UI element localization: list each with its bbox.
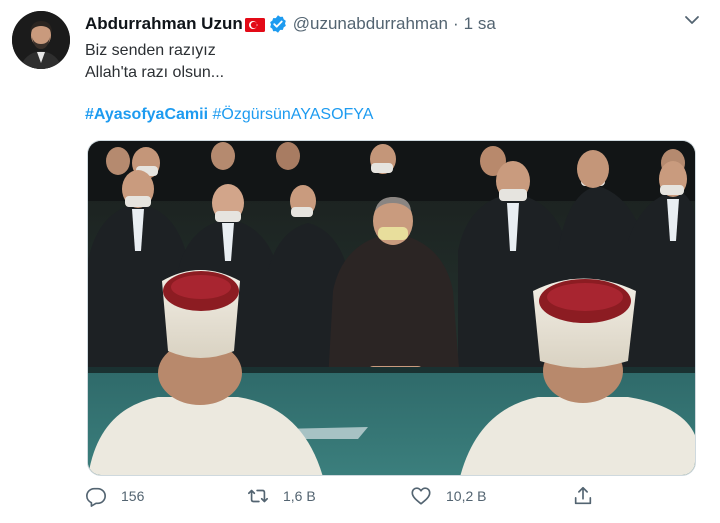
tweet-photo[interactable] <box>87 140 696 476</box>
chevron-down-icon[interactable] <box>682 10 702 30</box>
display-name[interactable]: Abdurrahman Uzun <box>85 14 243 34</box>
action-bar: 156 1,6 B 10,2 B <box>85 485 685 511</box>
turkey-flag-icon <box>244 17 265 32</box>
heart-icon <box>411 487 431 505</box>
reply-count: 156 <box>121 488 145 504</box>
user-handle[interactable]: @uzunabdurrahman <box>293 14 448 34</box>
retweet-count: 1,6 B <box>283 488 316 504</box>
separator-dot: · <box>452 14 459 33</box>
retweet-button[interactable]: 1,6 B <box>247 485 316 507</box>
hashtags: #AyasofyaCamii #ÖzgürsünAYASOFYA <box>85 106 373 124</box>
verified-badge-icon <box>268 14 288 34</box>
retweet-icon <box>248 489 268 503</box>
share-icon <box>574 486 592 505</box>
tweet-card: Abdurrahman Uzun @uzunabdurrahman · 1 sa… <box>0 0 720 523</box>
share-button[interactable] <box>572 485 608 507</box>
reply-button[interactable]: 156 <box>85 485 144 507</box>
like-count: 10,2 B <box>446 488 487 504</box>
timestamp[interactable]: 1 sa <box>464 14 496 34</box>
like-button[interactable]: 10,2 B <box>410 485 486 507</box>
hashtag-ozgursunayasofya[interactable]: #ÖzgürsünAYASOFYA <box>212 106 373 123</box>
tweet-text: Biz senden razıyız Allah'ta razı olsun..… <box>85 40 224 84</box>
tweet-text-line-1: Biz senden razıyız <box>85 42 216 59</box>
reply-icon <box>86 487 106 507</box>
avatar[interactable] <box>12 11 70 69</box>
hashtag-ayasofyacamii[interactable]: #AyasofyaCamii <box>85 106 208 123</box>
tweet-text-line-2: Allah'ta razı olsun... <box>85 64 225 81</box>
tweet-header: Abdurrahman Uzun @uzunabdurrahman · 1 sa <box>85 12 700 36</box>
